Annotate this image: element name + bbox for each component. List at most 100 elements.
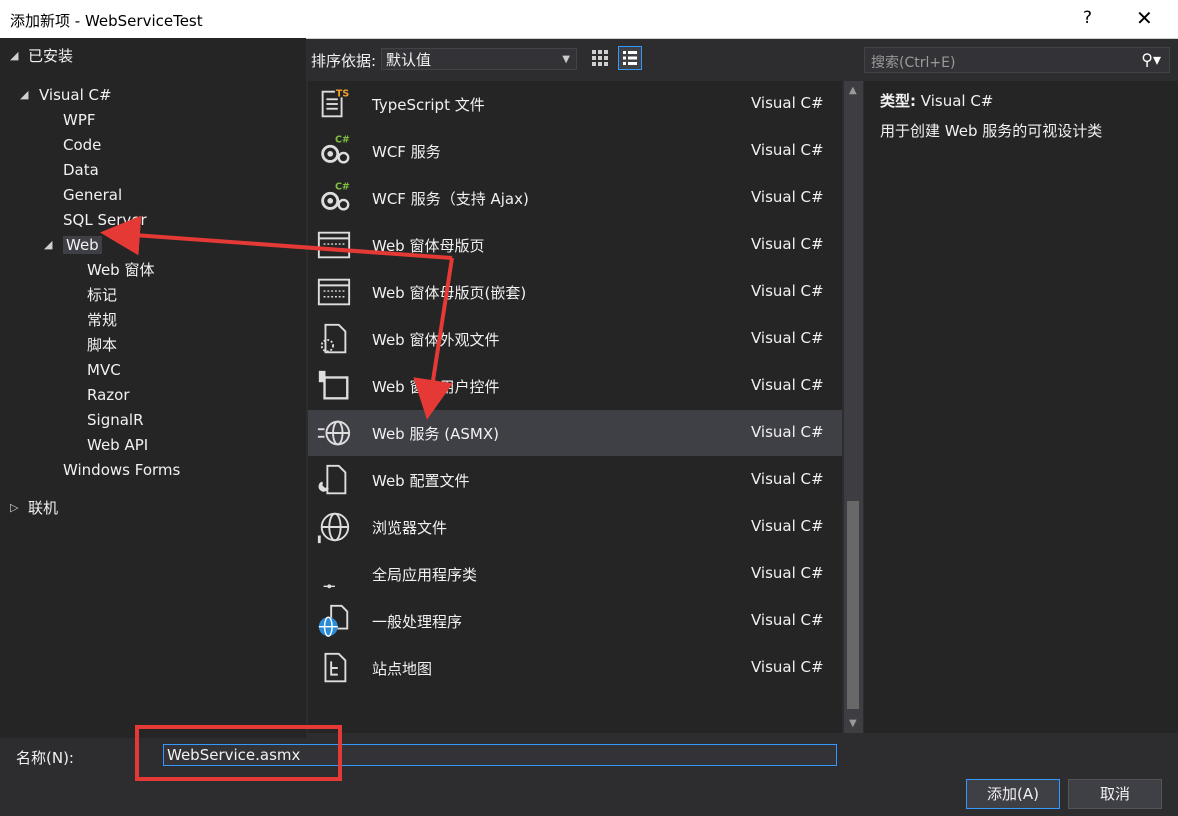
template-language: Visual C# xyxy=(751,141,824,159)
template-name: Web 配置文件 xyxy=(372,472,470,490)
template-row[interactable]: C# WCF 服务 Visual C# xyxy=(308,128,842,174)
expanded-arrow-icon: ◢ xyxy=(20,88,29,101)
list-scrollbar[interactable]: ▲ ▼ xyxy=(844,81,863,733)
template-language: Visual C# xyxy=(751,282,824,300)
tree-item-general[interactable]: General xyxy=(63,183,122,207)
tree-installed[interactable]: ◢ 已安装 xyxy=(10,44,73,68)
expanded-arrow-icon: ◢ xyxy=(10,49,19,62)
template-name: WCF 服务（支持 Ajax) xyxy=(372,190,529,208)
sort-value: 默认值 xyxy=(386,51,432,69)
tree-item-script[interactable]: 脚本 xyxy=(87,333,117,357)
template-row[interactable]: TS TypeScript 文件 Visual C# xyxy=(308,81,842,127)
template-name: 一般处理程序 xyxy=(372,613,463,631)
template-list: TS TypeScript 文件 Visual C# C# WCF 服务 Visual C… xyxy=(308,81,842,733)
grid-view-icon xyxy=(592,50,608,66)
user-control-icon xyxy=(318,370,349,400)
template-language: Visual C# xyxy=(751,517,824,535)
window-title: 添加新项 - WebServiceTest xyxy=(10,12,203,30)
tree-item-web-api[interactable]: Web API xyxy=(87,433,148,457)
details-panel: 类型: Visual C# 用于创建 Web 服务的可视设计类 xyxy=(864,81,1178,733)
title-bar: 添加新项 - WebServiceTest ? ✕ xyxy=(0,0,1178,39)
template-row[interactable]: 浏览器文件 Visual C# xyxy=(308,504,842,550)
tree-item-code[interactable]: Code xyxy=(63,133,101,157)
template-row[interactable]: 全局应用程序类 Visual C# xyxy=(308,551,842,597)
search-placeholder: 搜索(Ctrl+E) xyxy=(871,55,956,71)
sitemap-icon xyxy=(324,652,347,683)
wcf-ajax-service-icon: C# xyxy=(321,181,350,211)
template-row[interactable]: Web 窗体母版页 Visual C# xyxy=(308,222,842,268)
search-icon[interactable]: ⚲▾ xyxy=(1141,50,1161,69)
template-name: Web 窗体母版页 xyxy=(372,237,485,255)
sort-dropdown[interactable]: 默认值 ▼ xyxy=(381,48,577,70)
template-name: Web 窗体用户控件 xyxy=(372,378,500,396)
category-tree: ◢ 已安装 ◢ Visual C# WPF Code Data General … xyxy=(0,38,306,738)
svg-text:C#: C# xyxy=(335,181,350,192)
name-input[interactable] xyxy=(163,744,837,766)
scroll-up-icon[interactable]: ▲ xyxy=(849,85,857,96)
template-name: Web 窗体外观文件 xyxy=(372,331,500,349)
template-row[interactable]: Web 配置文件 Visual C# xyxy=(308,457,842,503)
browser-file-icon xyxy=(317,512,350,544)
template-name: TypeScript 文件 xyxy=(372,96,485,114)
template-name: WCF 服务 xyxy=(372,143,441,161)
template-language: Visual C# xyxy=(751,470,824,488)
skin-file-icon xyxy=(320,323,347,354)
search-box[interactable]: 搜索(Ctrl+E) ⚲▾ xyxy=(864,47,1170,73)
scroll-down-icon[interactable]: ▼ xyxy=(849,718,857,729)
template-row[interactable]: 站点地图 Visual C# xyxy=(308,645,842,691)
cancel-button[interactable]: 取消 xyxy=(1068,779,1162,809)
grid-view-button[interactable] xyxy=(588,46,612,70)
web-service-icon xyxy=(317,420,351,446)
tree-item-windows-forms[interactable]: Windows Forms xyxy=(63,458,180,482)
tree-item-razor[interactable]: Razor xyxy=(87,383,130,407)
global-asax-icon xyxy=(323,584,335,589)
template-name: 全局应用程序类 xyxy=(372,566,478,584)
template-language: Visual C# xyxy=(751,658,824,676)
details-type: 类型: Visual C# xyxy=(880,90,993,111)
tree-visual-csharp[interactable]: ◢ Visual C# xyxy=(20,83,112,107)
expanded-arrow-icon: ◢ xyxy=(44,238,53,251)
template-language: Visual C# xyxy=(751,235,824,253)
wcf-service-icon: C# xyxy=(321,134,350,164)
template-language: Visual C# xyxy=(751,376,824,394)
typescript-file-icon: TS xyxy=(321,86,351,118)
template-language: Visual C# xyxy=(751,423,824,441)
template-language: Visual C# xyxy=(751,329,824,347)
template-name: Web 服务 (ASMX) xyxy=(372,425,499,443)
tree-item-web[interactable]: ◢ Web xyxy=(44,233,102,257)
template-row[interactable]: Web 窗体外观文件 Visual C# xyxy=(308,316,842,362)
list-view-icon xyxy=(623,51,637,65)
template-row[interactable]: Web 窗体母版页(嵌套) Visual C# xyxy=(308,269,842,315)
scroll-thumb[interactable] xyxy=(847,501,859,709)
tree-item-data[interactable]: Data xyxy=(63,158,99,182)
nested-master-page-icon xyxy=(317,278,351,306)
template-language: Visual C# xyxy=(751,188,824,206)
tree-item-mvc[interactable]: MVC xyxy=(87,358,121,382)
template-row[interactable]: Web 窗体用户控件 Visual C# xyxy=(308,363,842,409)
help-button[interactable]: ? xyxy=(1083,8,1092,28)
template-name: Web 窗体母版页(嵌套) xyxy=(372,284,527,302)
template-language: Visual C# xyxy=(751,564,824,582)
template-language: Visual C# xyxy=(751,611,824,629)
tree-item-sql-server[interactable]: SQL Server xyxy=(63,208,147,232)
tree-online[interactable]: ▷ 联机 xyxy=(10,496,58,520)
close-button[interactable]: ✕ xyxy=(1136,6,1153,30)
template-language: Visual C# xyxy=(751,94,824,112)
tree-item-general-web[interactable]: 常规 xyxy=(87,308,117,332)
tree-item-markup[interactable]: 标记 xyxy=(87,283,117,307)
tree-item-web-forms[interactable]: Web 窗体 xyxy=(87,258,154,282)
chevron-down-icon: ▼ xyxy=(562,54,570,65)
template-row[interactable]: 一般处理程序 Visual C# xyxy=(308,598,842,644)
tree-item-signalr[interactable]: SignalR xyxy=(87,408,144,432)
template-name: 站点地图 xyxy=(372,660,433,678)
type-value: Visual C# xyxy=(920,92,994,110)
add-button[interactable]: 添加(A) xyxy=(966,779,1060,809)
collapsed-arrow-icon: ▷ xyxy=(10,501,19,514)
generic-handler-icon xyxy=(318,604,349,637)
tree-item-wpf[interactable]: WPF xyxy=(63,108,96,132)
list-view-button[interactable] xyxy=(618,46,642,70)
svg-text:TS: TS xyxy=(336,88,349,99)
svg-text:C#: C# xyxy=(335,134,350,145)
template-row[interactable]: Web 服务 (ASMX) Visual C# xyxy=(308,410,842,456)
template-row[interactable]: C# WCF 服务（支持 Ajax) Visual C# xyxy=(308,175,842,221)
